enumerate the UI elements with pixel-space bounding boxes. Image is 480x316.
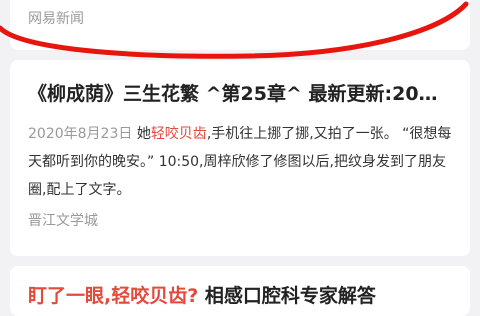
result-source: 晋江文学城 [28,213,98,229]
snippet-highlight: 轻咬贝齿 [150,126,207,142]
result-source: 网易新闻 [28,11,84,27]
news-result-card[interactable]: 《柳成荫》三生花繁 ^第25章^ 最新更新:20… 2020年8月23日 她轻咬… [10,60,470,256]
news-result-card[interactable]: 网易新闻 [10,0,470,50]
result-date: 2020年8月23日 [28,126,133,142]
result-snippet: 2020年8月23日 她轻咬贝齿,手机往上挪了挪,又拍了一张。 “很想每天都听到… [28,120,456,204]
title-highlight: 盯了一眼,轻咬贝齿? [28,285,199,307]
snippet-text: 她 [136,126,151,142]
news-result-card[interactable]: 盯了一眼,轻咬贝齿? 相感口腔科专家解答 [10,266,470,316]
result-title-link[interactable]: 《柳成荫》三生花繁 ^第25章^ 最新更新:20… [28,80,458,108]
result-title-link[interactable]: 盯了一眼,轻咬贝齿? 相感口腔科专家解答 [28,282,458,310]
title-text: 相感口腔科专家解答 [198,285,376,307]
